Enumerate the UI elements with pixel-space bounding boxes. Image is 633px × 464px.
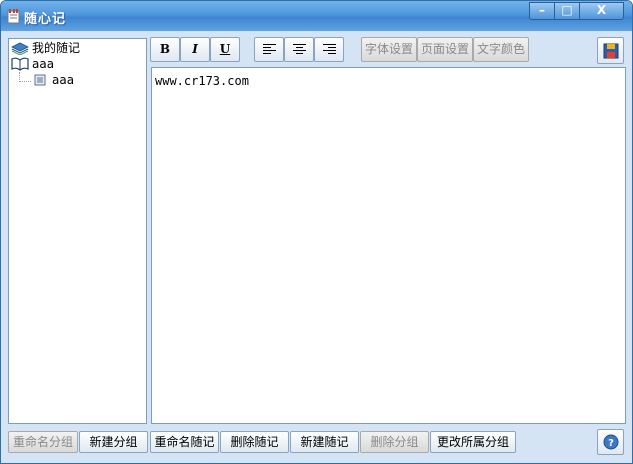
svg-text:?: ? bbox=[608, 438, 614, 449]
window-title: 随心记 bbox=[24, 12, 67, 27]
close-button[interactable]: X bbox=[579, 2, 624, 20]
bold-button[interactable]: B bbox=[150, 37, 180, 62]
italic-button[interactable]: I bbox=[180, 37, 210, 62]
rename-group-button[interactable]: 重命名分组 bbox=[8, 431, 78, 453]
align-right-icon bbox=[323, 44, 336, 54]
save-icon bbox=[603, 43, 619, 59]
minimize-button[interactable]: – bbox=[529, 2, 555, 20]
align-center-icon bbox=[293, 44, 306, 54]
app-window: 随心记 – □ X 我的随记 aaa aaa B I U 字体设置 页面设置 文… bbox=[0, 0, 633, 464]
note-editor[interactable]: www.cr173.com bbox=[151, 67, 626, 424]
tree-group-item[interactable]: aaa bbox=[11, 56, 145, 72]
delete-group-button[interactable]: 删除分组 bbox=[360, 431, 429, 453]
tree-note-label: aaa bbox=[52, 73, 75, 87]
tree-note-item[interactable]: aaa bbox=[33, 72, 143, 88]
tree-root-item[interactable]: 我的随记 bbox=[11, 40, 145, 56]
save-button[interactable] bbox=[597, 37, 624, 64]
note-icon bbox=[34, 74, 46, 86]
align-right-button[interactable] bbox=[314, 37, 344, 62]
new-group-button[interactable]: 新建分组 bbox=[79, 431, 148, 453]
delete-note-button[interactable]: 删除随记 bbox=[220, 431, 289, 453]
align-center-button[interactable] bbox=[284, 37, 314, 62]
books-icon bbox=[11, 42, 29, 55]
maximize-button[interactable]: □ bbox=[554, 2, 580, 20]
notes-tree[interactable]: 我的随记 aaa aaa bbox=[8, 38, 147, 424]
underline-button[interactable]: U bbox=[210, 37, 240, 62]
font-settings-button[interactable]: 字体设置 bbox=[361, 37, 417, 62]
rename-note-button[interactable]: 重命名随记 bbox=[150, 431, 219, 453]
align-left-icon bbox=[263, 44, 276, 54]
tree-group-label: aaa bbox=[32, 57, 55, 71]
new-note-button[interactable]: 新建随记 bbox=[290, 431, 359, 453]
title-bar[interactable]: 随心记 – □ X bbox=[1, 1, 632, 31]
notepad-app-icon bbox=[7, 9, 20, 24]
help-icon: ? bbox=[603, 434, 619, 450]
tree-root-label: 我的随记 bbox=[32, 41, 81, 55]
tree-connector bbox=[19, 81, 31, 82]
open-book-icon bbox=[11, 57, 29, 71]
align-left-button[interactable] bbox=[254, 37, 284, 62]
page-settings-button[interactable]: 页面设置 bbox=[417, 37, 473, 62]
change-group-button[interactable]: 更改所属分组 bbox=[430, 431, 516, 453]
text-color-button[interactable]: 文字颜色 bbox=[473, 37, 529, 62]
help-button[interactable]: ? bbox=[597, 429, 624, 455]
